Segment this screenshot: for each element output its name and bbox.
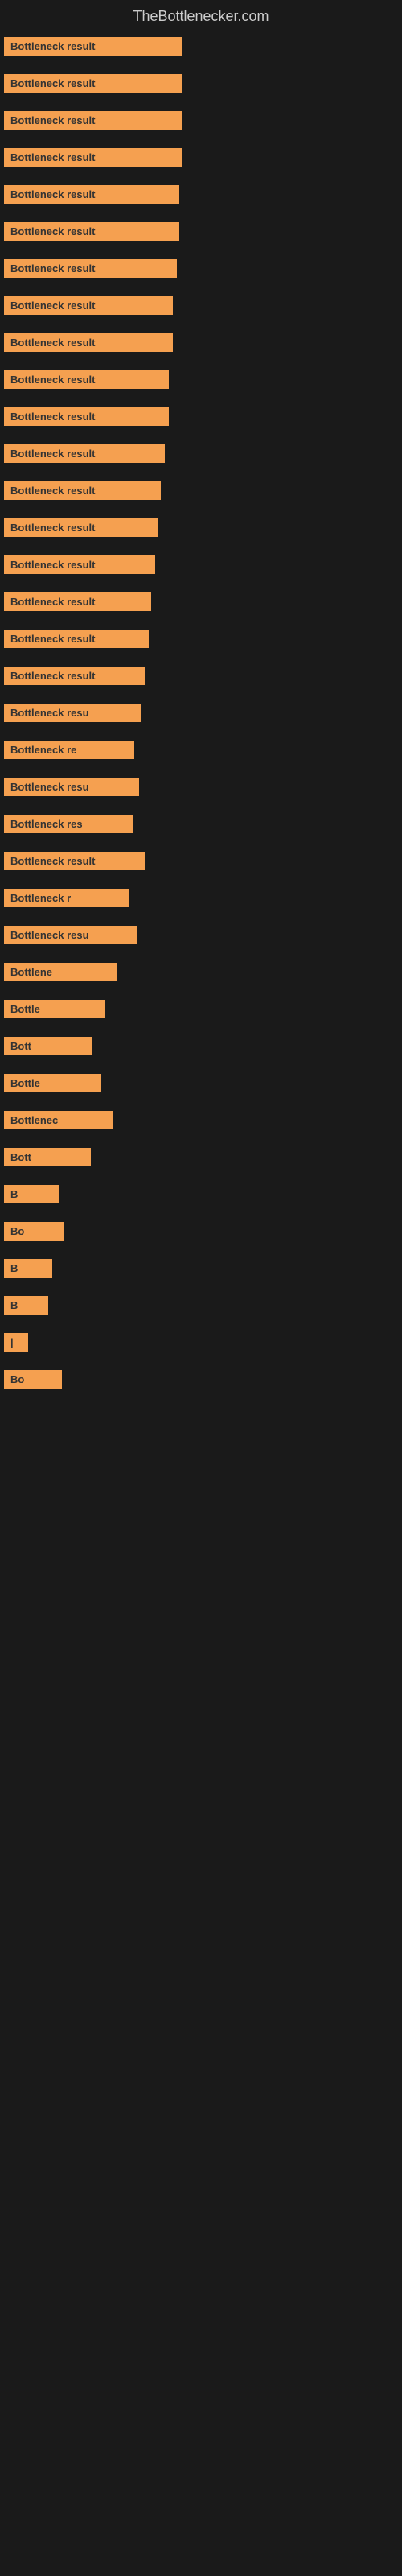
bottleneck-bar: Bottleneck result — [4, 518, 158, 537]
bottleneck-bar: Bottleneck result — [4, 222, 179, 241]
bottleneck-bar: Bottleneck result — [4, 407, 169, 426]
bottleneck-bar: Bottleneck result — [4, 852, 145, 870]
bar-row: Bottleneck result — [0, 370, 402, 393]
bottleneck-bar: Bottlene — [4, 963, 117, 981]
bottleneck-bar: Bo — [4, 1222, 64, 1241]
bar-row: Bo — [0, 1222, 402, 1245]
bar-row: Bottleneck result — [0, 555, 402, 578]
bar-row: Bottleneck result — [0, 667, 402, 689]
bar-row: Bottle — [0, 1000, 402, 1022]
bar-row: Bottleneck resu — [0, 778, 402, 800]
bar-row: Bottlene — [0, 963, 402, 985]
bottleneck-bar: Bottle — [4, 1000, 105, 1018]
site-title: TheBottlenecker.com — [0, 0, 402, 29]
bar-row: Bottleneck res — [0, 815, 402, 837]
bottleneck-bar: Bottleneck result — [4, 148, 182, 167]
bar-row: | — [0, 1333, 402, 1356]
bottleneck-bar: Bottleneck result — [4, 37, 182, 56]
bar-row: Bottleneck r — [0, 889, 402, 911]
bottleneck-bar: Bottleneck result — [4, 481, 161, 500]
bottleneck-bar: B — [4, 1296, 48, 1315]
bar-row: Bottleneck resu — [0, 704, 402, 726]
bottleneck-bar: Bottleneck result — [4, 592, 151, 611]
bottleneck-bar: Bottleneck re — [4, 741, 134, 759]
bar-row: Bottleneck result — [0, 333, 402, 356]
bottleneck-bar: Bo — [4, 1370, 62, 1389]
bottleneck-bar: Bottlenec — [4, 1111, 113, 1129]
bottleneck-bar: Bottle — [4, 1074, 100, 1092]
bar-row: Bottleneck result — [0, 592, 402, 615]
bar-row: Bottlenec — [0, 1111, 402, 1133]
bottleneck-bar: Bott — [4, 1037, 92, 1055]
bar-row: Bottleneck result — [0, 37, 402, 60]
bar-row: Bottleneck result — [0, 111, 402, 134]
bar-row: Bottleneck result — [0, 74, 402, 97]
bottleneck-bar: Bottleneck result — [4, 259, 177, 278]
bar-row: B — [0, 1296, 402, 1319]
bar-row: Bottleneck result — [0, 296, 402, 319]
bar-row: Bottle — [0, 1074, 402, 1096]
bottleneck-bar: Bottleneck res — [4, 815, 133, 833]
bottleneck-bar: Bottleneck result — [4, 185, 179, 204]
bar-row: Bottleneck result — [0, 259, 402, 282]
bottleneck-bar: Bottleneck result — [4, 296, 173, 315]
bar-row: Bott — [0, 1037, 402, 1059]
bar-row: Bottleneck result — [0, 852, 402, 874]
bottleneck-bar: B — [4, 1259, 52, 1278]
bottleneck-bar: | — [4, 1333, 28, 1352]
bottleneck-bar: B — [4, 1185, 59, 1203]
bar-row: Bottleneck result — [0, 222, 402, 245]
bottleneck-bar: Bottleneck result — [4, 444, 165, 463]
bar-row: B — [0, 1185, 402, 1208]
bottleneck-bar: Bott — [4, 1148, 91, 1166]
bar-row: Bottleneck result — [0, 444, 402, 467]
bottleneck-bar: Bottleneck result — [4, 74, 182, 93]
bottleneck-bar: Bottleneck resu — [4, 704, 141, 722]
bottleneck-bar: Bottleneck resu — [4, 778, 139, 796]
bar-row: Bottleneck result — [0, 481, 402, 504]
bar-row: Bo — [0, 1370, 402, 1393]
bottleneck-bar: Bottleneck result — [4, 630, 149, 648]
bottleneck-bar: Bottleneck resu — [4, 926, 137, 944]
bar-row: Bottleneck resu — [0, 926, 402, 948]
bottleneck-bar: Bottleneck result — [4, 667, 145, 685]
bottleneck-bar: Bottleneck result — [4, 555, 155, 574]
bar-row: Bottleneck result — [0, 630, 402, 652]
bottleneck-bar: Bottleneck result — [4, 111, 182, 130]
bar-row: Bottleneck result — [0, 518, 402, 541]
bottleneck-bar: Bottleneck r — [4, 889, 129, 907]
bar-row: Bottleneck result — [0, 185, 402, 208]
bar-row: Bottleneck result — [0, 148, 402, 171]
bar-row: B — [0, 1259, 402, 1282]
bottleneck-bar: Bottleneck result — [4, 333, 173, 352]
bar-row: Bott — [0, 1148, 402, 1170]
bar-row: Bottleneck re — [0, 741, 402, 763]
bar-row: Bottleneck result — [0, 407, 402, 430]
bottleneck-bar: Bottleneck result — [4, 370, 169, 389]
bars-container: Bottleneck result Bottleneck result Bottle… — [0, 29, 402, 1415]
